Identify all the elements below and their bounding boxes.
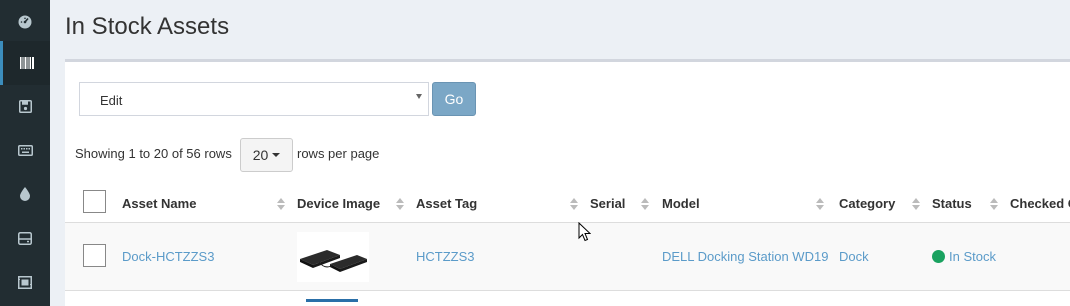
- page-size-value: 20: [252, 147, 269, 163]
- page-title: In Stock Assets: [65, 13, 230, 40]
- column-header-serial[interactable]: Serial: [590, 196, 625, 211]
- rows-per-page-label: rows per page: [297, 146, 380, 161]
- sidebar-item-consumables[interactable]: [0, 172, 50, 216]
- sidebar: [0, 0, 50, 306]
- sidebar-item-accessories[interactable]: [0, 128, 50, 172]
- asset-tag-link[interactable]: HCTZZS3: [416, 249, 475, 264]
- sidebar-item-dashboard[interactable]: [0, 0, 50, 44]
- dashboard-icon: [18, 15, 32, 29]
- sort-icon[interactable]: [816, 198, 824, 210]
- device-image[interactable]: [297, 232, 369, 282]
- column-header-checked-out[interactable]: Checked O: [1010, 196, 1070, 211]
- components-icon: [18, 275, 32, 289]
- column-header-status[interactable]: Status: [932, 196, 972, 211]
- docking-station-image: [300, 250, 367, 272]
- status-label[interactable]: In Stock: [949, 249, 996, 264]
- asset-name-link[interactable]: Dock-HCTZZS3: [122, 249, 214, 264]
- keyboard-icon: [17, 144, 33, 156]
- table-row-divider: [65, 290, 1070, 291]
- hdd-icon: [18, 231, 32, 245]
- sidebar-item-assets[interactable]: [0, 41, 50, 85]
- sort-icon[interactable]: [570, 198, 578, 210]
- sidebar-item-kits[interactable]: [0, 260, 50, 304]
- sort-icon[interactable]: [396, 198, 404, 210]
- sidebar-item-licenses[interactable]: [0, 84, 50, 128]
- table-row: [65, 223, 1070, 290]
- column-header-device-image[interactable]: Device Image: [297, 196, 380, 211]
- page-size-dropdown[interactable]: 20: [240, 138, 293, 172]
- sort-icon[interactable]: [990, 198, 998, 210]
- mouse-cursor-icon: [578, 222, 591, 242]
- caret-down-icon: [272, 153, 281, 157]
- column-header-model[interactable]: Model: [662, 196, 700, 211]
- column-header-category[interactable]: Category: [839, 196, 895, 211]
- status-cell[interactable]: In Stock: [932, 249, 996, 264]
- category-link[interactable]: Dock: [839, 249, 869, 264]
- pagination-info: Showing 1 to 20 of 56 rows: [75, 146, 232, 161]
- row-checkbox[interactable]: [83, 244, 106, 267]
- status-dot-icon: [932, 250, 945, 263]
- save-icon: [18, 99, 32, 113]
- sort-icon[interactable]: [277, 198, 285, 210]
- chevron-down-icon: [416, 94, 422, 99]
- go-button[interactable]: Go: [432, 82, 476, 116]
- sidebar-item-components[interactable]: [0, 216, 50, 260]
- bulk-actions-select[interactable]: Edit: [79, 82, 429, 116]
- model-link[interactable]: DELL Docking Station WD19: [662, 249, 828, 264]
- column-header-asset-tag[interactable]: Asset Tag: [416, 196, 477, 211]
- tint-icon: [20, 187, 30, 201]
- device-image[interactable]: [306, 299, 358, 306]
- select-all-checkbox[interactable]: [83, 190, 106, 213]
- barcode-icon: [19, 57, 34, 69]
- sort-icon[interactable]: [912, 198, 920, 210]
- bulk-actions-selected: Edit: [100, 93, 123, 108]
- column-header-asset-name[interactable]: Asset Name: [122, 196, 196, 211]
- sort-icon[interactable]: [641, 198, 649, 210]
